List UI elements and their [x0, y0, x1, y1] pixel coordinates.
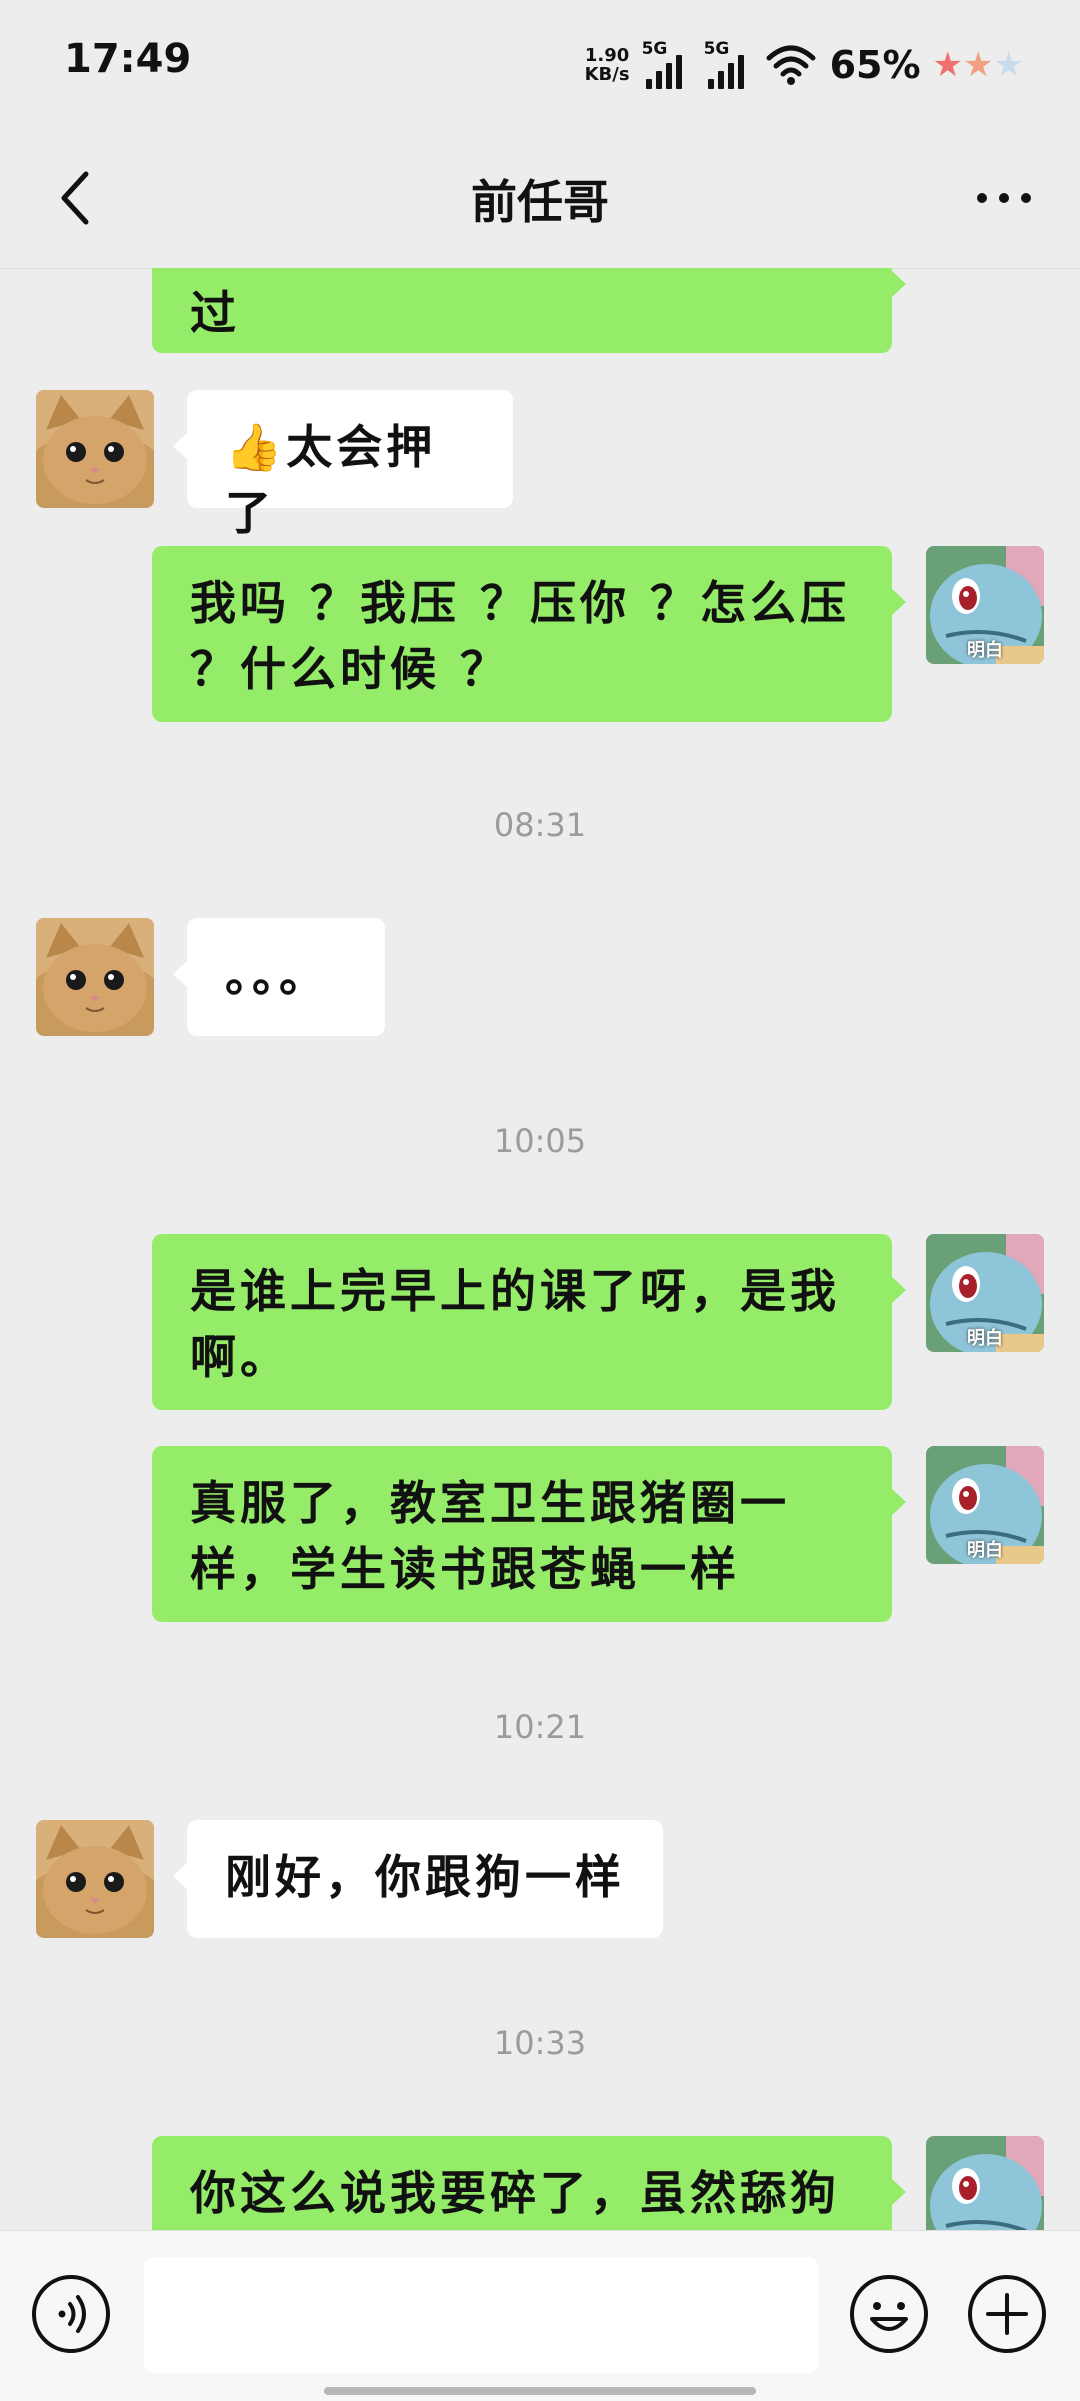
plus-icon	[968, 2275, 1046, 2353]
received-message-bubble[interactable]: 👍太会押了	[173, 390, 513, 540]
network-speed: 1.90 KB/s	[585, 46, 630, 84]
message-timestamp: 10:33	[493, 2024, 587, 2062]
contact-avatar[interactable]	[36, 1820, 154, 1938]
avatar-caption: 明白	[967, 1540, 1003, 1561]
sent-message-bubble[interactable]: 我吗 ？我压 ？压你 ？怎么压 ？什么时候 ？	[152, 546, 906, 722]
status-bar: 17:49 1.90 KB/s 5G 5G 65% ★ ★ ★	[0, 0, 1080, 128]
battery-level: 65%	[829, 43, 921, 87]
avatar-caption: 明白	[967, 1328, 1003, 1349]
user-avatar[interactable]: 明白	[926, 1446, 1044, 1564]
network-speed-unit: KB/s	[584, 64, 630, 85]
contact-avatar[interactable]	[36, 918, 154, 1036]
received-message-bubble[interactable]: 。。。	[173, 918, 385, 1036]
message-timestamp: 08:31	[493, 806, 587, 844]
user-avatar[interactable]	[926, 2136, 1044, 2230]
avatar-caption: 明白	[967, 640, 1003, 661]
signal-label: 5G	[703, 39, 730, 59]
emoji-button[interactable]	[848, 2273, 930, 2355]
emoji-icon	[850, 2275, 928, 2353]
message-text-input[interactable]	[144, 2257, 818, 2373]
wifi-icon	[766, 45, 816, 85]
status-icons: 1.90 KB/s 5G 5G 65% ★ ★ ★	[585, 39, 1024, 90]
voice-input-button[interactable]	[30, 2273, 112, 2355]
sent-message-bubble[interactable]: 是谁上完早上的课了呀，是我啊。	[152, 1234, 906, 1410]
more-options-button[interactable]	[964, 158, 1044, 238]
received-message-bubble[interactable]: 刚好，你跟狗一样	[173, 1820, 663, 1938]
signal-label: 5G	[641, 39, 668, 59]
more-functions-button[interactable]	[966, 2273, 1048, 2355]
sent-message-bubble[interactable]: 真服了，教室卫生跟猪圈一样，学生读书跟苍蝇一样	[152, 1446, 906, 1622]
contact-avatar[interactable]	[36, 390, 154, 508]
rating-stars-icon: ★ ★ ★	[932, 45, 1024, 85]
chat-header: 前任哥	[0, 128, 1080, 269]
network-speed-value: 1.90	[584, 45, 630, 66]
sent-message-bubble[interactable]: 过	[152, 268, 906, 353]
message-timestamp: 10:05	[493, 1122, 587, 1160]
home-indicator[interactable]	[324, 2387, 756, 2395]
user-avatar[interactable]: 明白	[926, 546, 1044, 664]
status-time: 17:49	[64, 36, 192, 82]
user-avatar[interactable]: 明白	[926, 1234, 1044, 1352]
signal-icon: 5G	[703, 39, 754, 89]
chat-message-list[interactable]: 过 👍太会押了 我吗 ？我压 ？压你 ？怎么压 ？什么时候 ？ 明白 08:31…	[0, 268, 1080, 2230]
chat-title: 前任哥	[471, 175, 609, 229]
message-timestamp: 10:21	[493, 1708, 587, 1746]
voice-icon	[32, 2275, 110, 2353]
signal-icon: 5G	[641, 39, 692, 89]
more-dots-icon	[977, 193, 1031, 203]
message-input-bar	[0, 2230, 1080, 2401]
sent-message-bubble[interactable]: 你这么说我要碎了，虽然舔狗	[152, 2136, 906, 2230]
